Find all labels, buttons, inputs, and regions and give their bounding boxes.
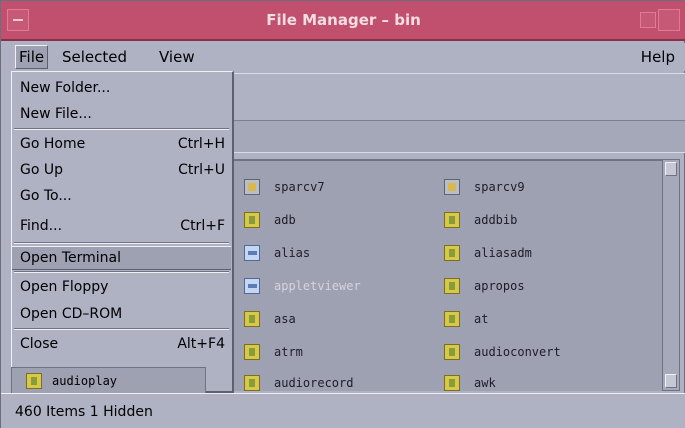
status-bar: 460 Items 1 Hidden	[1, 393, 685, 428]
file-name: audioconvert	[474, 345, 561, 359]
menu-item-shortcut: Ctrl+H	[177, 136, 225, 152]
file-name: appletviewer	[274, 279, 361, 293]
file-item[interactable]: audioplay	[11, 367, 206, 395]
file-item[interactable]: audioconvert	[444, 340, 561, 364]
file-item[interactable]: apropos	[444, 274, 525, 298]
menu-item-label: New Folder...	[20, 80, 111, 96]
executable-icon	[444, 375, 460, 391]
window-title: File Manager – bin	[266, 11, 421, 29]
file-item[interactable]: sparcv7	[244, 175, 325, 199]
file-name: asa	[274, 312, 296, 326]
folder-icon	[444, 179, 460, 195]
menu-separator	[14, 242, 229, 244]
menu-item-go-up[interactable]: Go Up Ctrl+U	[12, 158, 231, 182]
menu-item-label: Open Terminal	[20, 250, 122, 266]
menu-item-label: Go Home	[20, 136, 86, 152]
file-name: audioplay	[52, 374, 118, 388]
file-list-pane[interactable]: sparcv7 sparcv9 adb addbib alias aliasad…	[234, 159, 662, 391]
file-item[interactable]: sparcv9	[444, 175, 525, 199]
file-item[interactable]: awk	[444, 371, 496, 391]
menu-item-find[interactable]: Find... Ctrl+F	[12, 214, 231, 238]
file-name: awk	[474, 376, 496, 390]
file-name: apropos	[474, 279, 525, 293]
executable-icon	[244, 311, 260, 327]
vertical-scrollbar[interactable]	[662, 159, 680, 391]
toolbar-area	[234, 73, 685, 121]
executable-icon	[444, 311, 460, 327]
menu-item-label: Close	[20, 336, 59, 352]
title-bar[interactable]: File Manager – bin	[1, 1, 685, 41]
file-name: adb	[274, 213, 296, 227]
file-item[interactable]: atrm	[244, 340, 303, 364]
menu-separator	[14, 128, 229, 130]
file-name: aliasadm	[474, 246, 532, 260]
executable-icon	[244, 344, 260, 360]
file-item[interactable]: adb	[244, 208, 296, 232]
menu-item-new-file[interactable]: New File...	[12, 102, 231, 126]
menu-item-open-cdrom[interactable]: Open CD–ROM	[12, 302, 231, 326]
file-item[interactable]: addbib	[444, 208, 517, 232]
maximize-button[interactable]	[658, 9, 680, 31]
file-name: audiorecord	[274, 376, 354, 390]
menu-item-new-folder[interactable]: New Folder...	[12, 76, 231, 100]
file-item[interactable]: aliasadm	[444, 241, 532, 265]
folder-icon	[244, 179, 260, 195]
status-text: 460 Items 1 Hidden	[15, 404, 153, 420]
menu-view[interactable]: View	[156, 48, 198, 66]
menu-item-close[interactable]: Close Alt+F4	[12, 332, 231, 356]
link-icon	[244, 245, 260, 261]
menu-item-open-floppy[interactable]: Open Floppy	[12, 275, 231, 299]
menu-item-shortcut: Ctrl+U	[178, 162, 225, 178]
menu-separator	[14, 271, 229, 273]
executable-icon	[444, 344, 460, 360]
file-item[interactable]: at	[444, 307, 488, 331]
menu-item-shortcut: Ctrl+F	[180, 218, 225, 234]
menu-item-go-home[interactable]: Go Home Ctrl+H	[12, 132, 231, 156]
file-name: addbib	[474, 213, 518, 227]
menu-item-label: Open CD–ROM	[20, 306, 123, 322]
executable-icon	[244, 212, 260, 228]
menu-file[interactable]: File	[15, 45, 49, 69]
file-manager-window: File Manager – bin File Selected View He…	[0, 0, 685, 428]
menu-item-open-terminal[interactable]: Open Terminal	[12, 246, 231, 270]
file-item[interactable]: alias	[244, 241, 310, 265]
file-item[interactable]: appletviewer	[244, 274, 361, 298]
file-name: sparcv9	[474, 180, 525, 194]
menu-item-label: Go Up	[20, 162, 63, 178]
menu-item-label: Find...	[20, 218, 63, 234]
menu-item-label: Go To...	[20, 188, 72, 204]
menu-bar: File Selected View Help	[1, 43, 685, 71]
path-bar	[234, 121, 685, 153]
scroll-down-arrow[interactable]	[665, 374, 677, 388]
file-name: at	[474, 312, 489, 326]
file-name: alias	[274, 246, 311, 260]
executable-icon	[444, 212, 460, 228]
menu-separator	[14, 328, 229, 330]
file-item[interactable]: asa	[244, 307, 296, 331]
executable-icon	[444, 245, 460, 261]
menu-item-go-to[interactable]: Go To...	[12, 184, 231, 208]
menu-item-shortcut: Alt+F4	[177, 336, 225, 352]
menu-item-label: New File...	[20, 106, 92, 122]
file-name: atrm	[274, 345, 303, 359]
menu-help[interactable]: Help	[638, 48, 678, 66]
file-menu-dropdown: New Folder... New File... Go Home Ctrl+H …	[11, 71, 234, 393]
executable-icon	[444, 278, 460, 294]
minimize-button[interactable]	[640, 12, 656, 28]
file-name: sparcv7	[274, 180, 325, 194]
executable-icon	[26, 373, 42, 389]
menu-selected[interactable]: Selected	[59, 48, 130, 66]
executable-icon	[244, 375, 260, 391]
file-item[interactable]: audiorecord	[244, 371, 353, 391]
link-icon	[244, 278, 260, 294]
menu-item-label: Open Floppy	[20, 279, 109, 295]
scroll-up-arrow[interactable]	[665, 162, 677, 176]
